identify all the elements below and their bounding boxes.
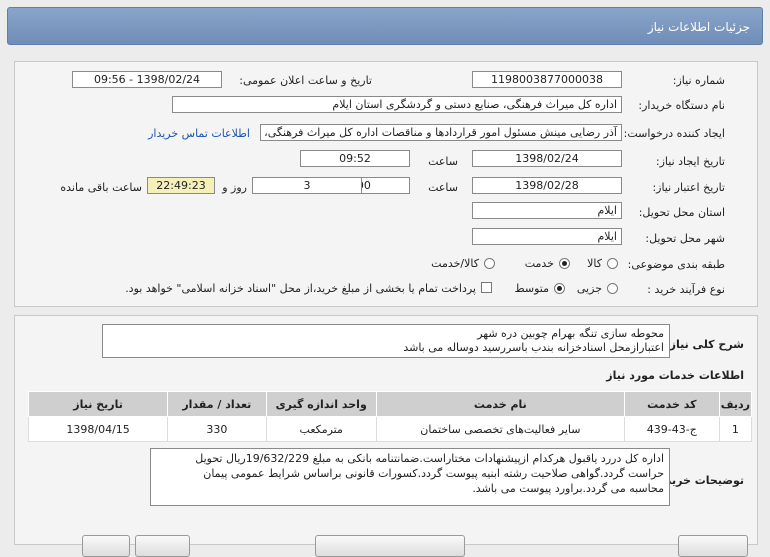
validity-time-label: ساعت xyxy=(428,181,458,194)
services-table: ردیف کد خدمت نام خدمت واحد اندازه گیری ت… xyxy=(27,391,753,442)
category-radio-goods-service[interactable] xyxy=(484,258,495,269)
cell-name: سایر فعالیت‌های تخصصی ساختمان xyxy=(375,416,625,442)
need-number-field[interactable]: 1198003877000038 xyxy=(472,71,622,88)
category-radio-service[interactable] xyxy=(559,258,570,269)
cell-row: 1 xyxy=(718,416,753,442)
remaining-label: ساعت باقی مانده xyxy=(60,181,142,194)
process-option-medium: متوسط xyxy=(514,282,549,295)
col-code: کد خدمت xyxy=(623,391,720,417)
days-field[interactable]: 3 xyxy=(252,177,362,194)
description-label: شرح کلی نیاز: xyxy=(665,338,744,351)
remaining-time-field: 22:49:23 xyxy=(147,177,215,194)
col-quantity: تعداد / مقدار xyxy=(167,391,267,417)
process-label: نوع فرآیند خرید : xyxy=(647,283,725,296)
city-label: شهر محل تحویل: xyxy=(645,232,725,245)
treasury-payment-checkbox[interactable] xyxy=(481,282,492,293)
print-button[interactable] xyxy=(135,535,190,557)
treasury-payment-note: پرداخت تمام یا بخشی از مبلغ خرید،از محل … xyxy=(125,282,476,295)
process-radio-minor[interactable] xyxy=(607,283,618,294)
announce-field[interactable]: 1398/02/24 - 09:56 xyxy=(72,71,222,88)
category-radio-goods[interactable] xyxy=(607,258,618,269)
col-unit: واحد اندازه گیری xyxy=(265,391,377,417)
back-button[interactable] xyxy=(678,535,748,557)
days-label: روز و xyxy=(222,181,247,194)
view-attachments-button[interactable] xyxy=(315,535,465,557)
need-number-label: شماره نیاز: xyxy=(672,74,725,87)
create-date-label: تاریخ ایجاد نیاز: xyxy=(655,155,725,168)
create-date-field[interactable]: 1398/02/24 xyxy=(472,150,622,167)
creator-field[interactable]: آذر رضایی مینش مسئول امور قراردادها و من… xyxy=(260,124,622,141)
category-label: طبقه بندی موضوعی: xyxy=(627,258,725,271)
process-option-minor: جزیی xyxy=(576,282,602,295)
contact-info-link[interactable]: اطلاعات تماس خریدار xyxy=(148,127,250,140)
services-title: اطلاعات خدمات مورد نیاز xyxy=(606,369,744,382)
announce-label: تاریخ و ساعت اعلان عمومی: xyxy=(239,74,372,87)
cell-quantity: 330 xyxy=(167,416,267,442)
table-row[interactable]: 1 ج-43-439 سایر فعالیت‌های تخصصی ساختمان… xyxy=(27,416,753,442)
create-time-label: ساعت xyxy=(428,155,458,168)
cell-date: 1398/04/15 xyxy=(27,416,169,442)
buyer-label: نام دستگاه خریدار: xyxy=(638,99,725,112)
category-option-goods-service: کالا/خدمت xyxy=(431,257,479,270)
validity-label: تاریخ اعتبار نیاز: xyxy=(652,181,725,194)
province-field[interactable]: ایلام xyxy=(472,202,622,219)
category-option-service: خدمت xyxy=(524,257,554,270)
notes-field[interactable]: اداره کل دررد یاقبول هرکدام ازپیشنهادات … xyxy=(150,448,670,506)
col-row: ردیف xyxy=(718,391,753,417)
province-label: استان محل تحویل: xyxy=(638,206,725,219)
col-name: نام خدمت xyxy=(375,391,625,417)
validity-date-field[interactable]: 1398/02/28 xyxy=(472,177,622,194)
col-date: تاریخ نیاز xyxy=(27,391,169,417)
page-title: جزئیات اطلاعات نیاز xyxy=(647,20,750,34)
close-button[interactable] xyxy=(82,535,130,557)
creator-label: ایجاد کننده درخواست: xyxy=(623,127,725,140)
cell-code: ج-43-439 xyxy=(623,416,720,442)
city-field[interactable]: ایلام xyxy=(472,228,622,245)
create-time-field[interactable]: 09:52 xyxy=(300,150,410,167)
buyer-field[interactable]: اداره کل میراث فرهنگی، صنایع دستی و گردش… xyxy=(172,96,622,113)
services-table-header: ردیف کد خدمت نام خدمت واحد اندازه گیری ت… xyxy=(27,391,753,417)
description-field[interactable]: محوطه سازی تنگه بهرام چوبین دره شهر اعتب… xyxy=(102,324,670,358)
cell-unit: مترمکعب xyxy=(265,416,377,442)
page-header: جزئیات اطلاعات نیاز xyxy=(7,7,763,45)
process-radio-medium[interactable] xyxy=(554,283,565,294)
category-option-goods: کالا xyxy=(587,257,602,270)
